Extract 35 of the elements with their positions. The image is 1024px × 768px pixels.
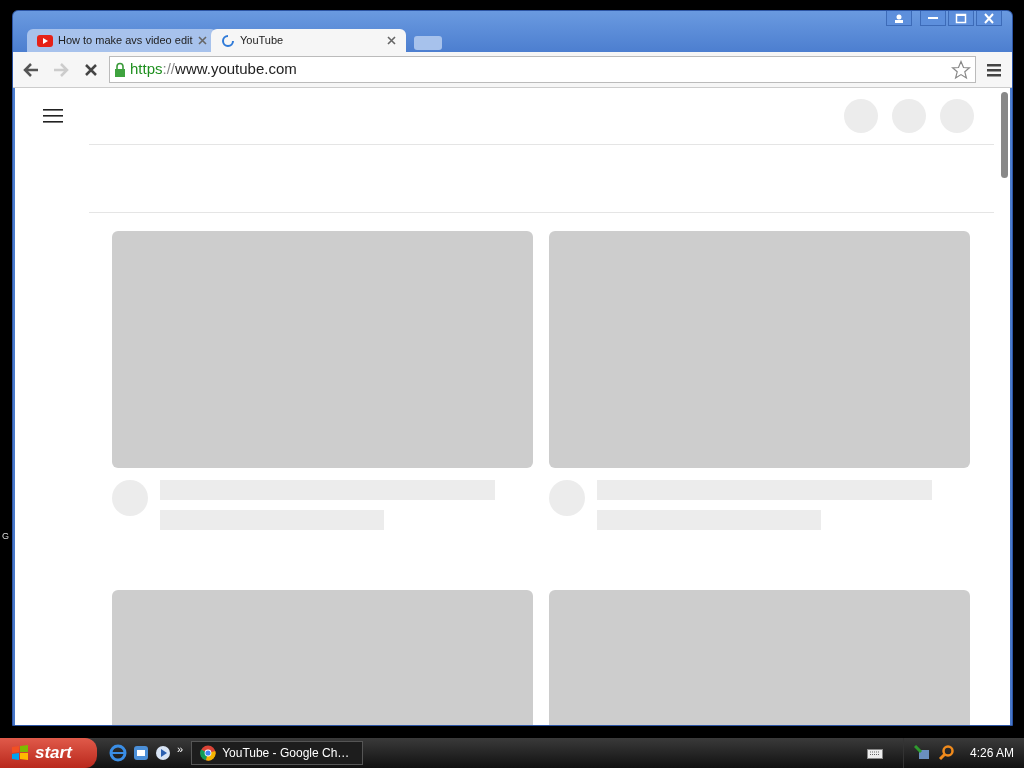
mail-icon[interactable] bbox=[133, 744, 149, 762]
close-icon[interactable] bbox=[387, 36, 396, 45]
address-bar[interactable]: https://www.youtube.com bbox=[109, 56, 976, 83]
close-button[interactable] bbox=[976, 11, 1002, 26]
search-icon[interactable] bbox=[937, 745, 954, 761]
browser-tab[interactable]: YouTube bbox=[211, 29, 406, 52]
media-player-icon[interactable] bbox=[155, 745, 171, 761]
close-icon bbox=[983, 12, 995, 24]
profile-icon bbox=[893, 12, 905, 24]
maximize-icon bbox=[955, 12, 967, 24]
taskbar-button[interactable]: YouTube - Google Ch… bbox=[191, 741, 364, 765]
minimize-icon bbox=[928, 17, 938, 19]
spinner-icon bbox=[221, 33, 235, 48]
minimize-button[interactable] bbox=[920, 11, 946, 26]
network-icon[interactable] bbox=[913, 745, 930, 761]
browser-icon[interactable] bbox=[109, 744, 127, 762]
maximize-button[interactable] bbox=[948, 11, 974, 26]
start-button[interactable]: start bbox=[0, 738, 97, 768]
forward-icon bbox=[52, 60, 70, 79]
desktop-text: G bbox=[2, 530, 9, 543]
clock-text: 4:26 AM bbox=[969, 745, 1014, 762]
url-text: https://www.youtube.com bbox=[130, 59, 297, 80]
lock-icon bbox=[114, 62, 126, 77]
chrome-icon bbox=[200, 745, 217, 761]
close-icon[interactable] bbox=[198, 36, 207, 45]
back-icon bbox=[22, 60, 40, 79]
profile-button[interactable] bbox=[886, 11, 912, 26]
more-button[interactable]: » bbox=[177, 740, 184, 758]
menu-icon bbox=[43, 108, 63, 124]
scrollbar-thumb[interactable] bbox=[1000, 92, 1008, 178]
keyboard-icon[interactable] bbox=[866, 747, 883, 759]
menu-icon bbox=[987, 62, 1001, 77]
windows-logo-icon bbox=[10, 744, 30, 762]
play-icon bbox=[37, 34, 53, 47]
star-icon[interactable] bbox=[951, 59, 971, 80]
